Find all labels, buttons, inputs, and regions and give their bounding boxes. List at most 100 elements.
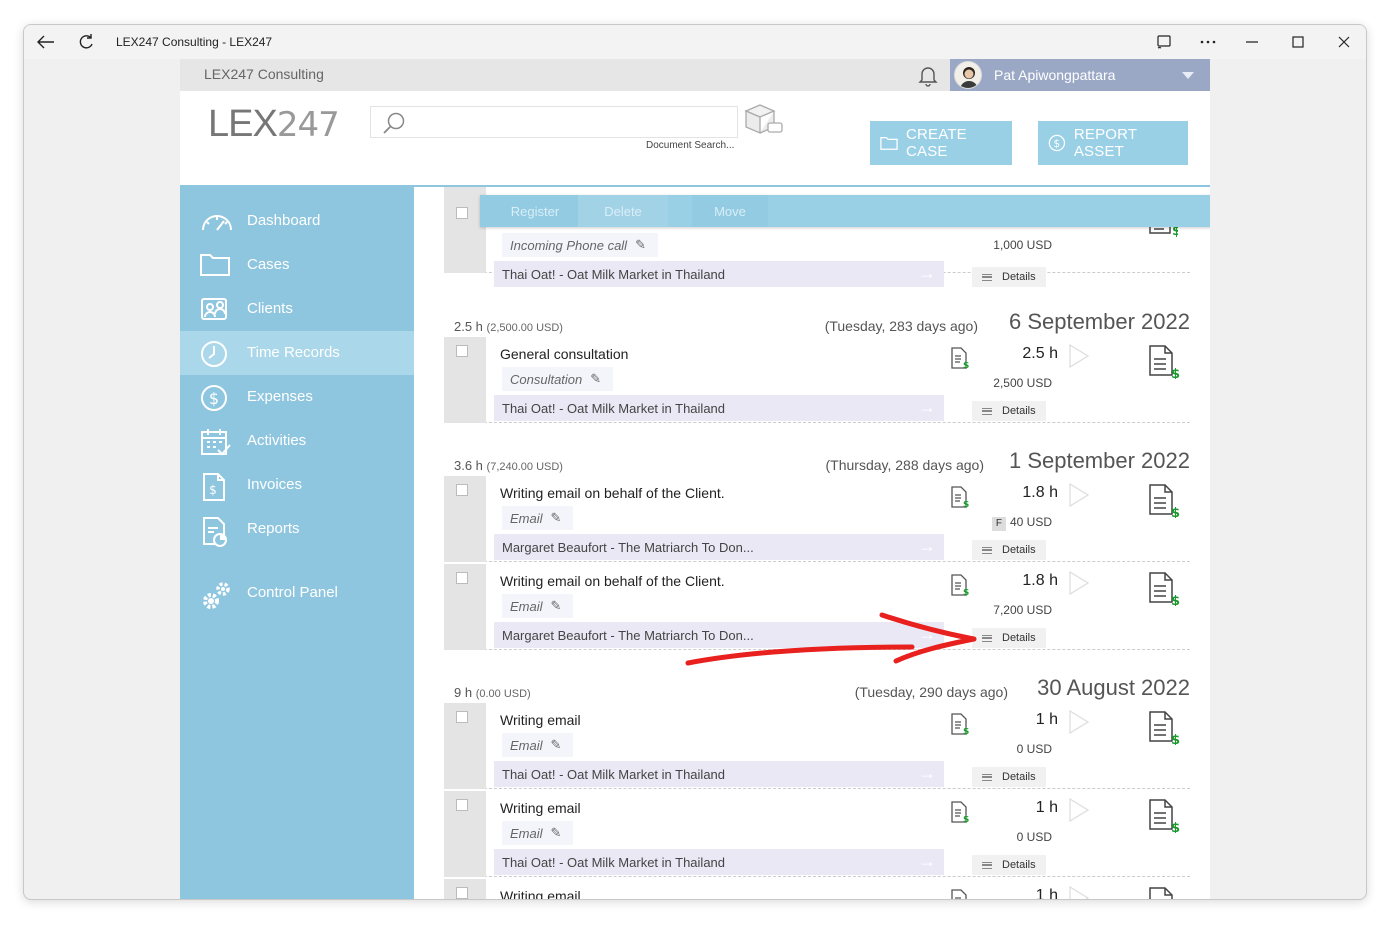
pencil-icon[interactable]: ✎ <box>551 825 562 841</box>
list-item[interactable]: Writing email on behalf of the Client. E… <box>444 476 1190 562</box>
folder-icon <box>200 252 230 278</box>
row-checkbox[interactable] <box>456 887 468 899</box>
chevron-down-icon[interactable] <box>1182 72 1194 79</box>
play-icon[interactable] <box>1068 885 1090 899</box>
play-icon[interactable] <box>1068 797 1090 828</box>
pencil-icon[interactable]: ✎ <box>635 237 646 253</box>
billing-document-icon[interactable]: $ <box>1148 799 1180 838</box>
details-button[interactable]: Details <box>972 628 1046 648</box>
category-tag[interactable]: Consultation ✎ <box>502 367 614 391</box>
row-checkbox[interactable] <box>456 799 468 811</box>
list-item[interactable]: Writing email $ 1 h $ <box>444 879 1190 900</box>
pencil-icon[interactable]: ✎ <box>551 737 562 753</box>
user-menu[interactable]: Pat Apiwongpattara <box>950 59 1210 91</box>
folder-icon <box>880 136 898 150</box>
maximize-icon[interactable] <box>1288 32 1308 52</box>
group-relative-date: (Tuesday, 290 days ago) <box>854 684 1008 700</box>
details-button[interactable]: Details <box>972 401 1046 421</box>
menu-icon <box>982 407 992 415</box>
sidebar-item-dashboard[interactable]: Dashboard <box>180 199 414 243</box>
category-tag[interactable]: Email ✎ <box>502 821 574 845</box>
billing-document-icon[interactable]: $ <box>1148 711 1180 750</box>
document-dollar-icon[interactable]: $ <box>950 801 970 828</box>
sidebar-item-time-records[interactable]: Time Records <box>180 331 414 375</box>
speedometer-icon <box>200 208 232 234</box>
delete-button[interactable]: Delete <box>578 195 668 227</box>
sidebar-item-clients[interactable]: Clients <box>180 287 414 331</box>
document-dollar-icon[interactable]: $ <box>950 486 970 513</box>
play-icon[interactable] <box>1068 570 1090 601</box>
entry-description: Writing email <box>500 712 581 728</box>
row-checkbox[interactable] <box>456 207 468 219</box>
billing-document-icon[interactable]: $ <box>1148 572 1180 611</box>
document-dollar-icon[interactable]: $ <box>950 347 970 374</box>
list-item[interactable]: Writing email Email ✎ Thai Oat! - Oat Mil… <box>444 703 1190 789</box>
sidebar-item-reports[interactable]: Reports <box>180 507 414 551</box>
time-records-list: Incoming Phone call ✎ Thai Oat! - Oat Mil… <box>414 187 1210 900</box>
search-input[interactable] <box>370 106 738 138</box>
sidebar-item-activities[interactable]: Activities <box>180 419 414 463</box>
refresh-icon[interactable] <box>76 32 96 52</box>
play-icon[interactable] <box>1068 482 1090 513</box>
group-date: 1 September 2022 <box>1008 448 1190 473</box>
amount: 7,200 USD <box>993 603 1052 617</box>
category-tag[interactable]: Email ✎ <box>502 733 574 757</box>
cast-icon[interactable] <box>1154 32 1174 52</box>
case-link[interactable]: Thai Oat! - Oat Milk Market in Thailand → <box>494 395 944 421</box>
row-checkbox[interactable] <box>456 572 468 584</box>
details-button[interactable]: Details <box>972 267 1046 287</box>
case-link[interactable]: Thai Oat! - Oat Milk Market in Thailand → <box>494 261 944 287</box>
pencil-icon[interactable]: ✎ <box>551 598 562 614</box>
sidebar-item-cases[interactable]: Cases <box>180 243 414 287</box>
play-icon[interactable] <box>1068 343 1090 374</box>
document-dollar-icon[interactable]: $ <box>950 713 970 740</box>
bell-icon[interactable] <box>916 63 940 87</box>
sidebar-item-control-panel[interactable]: Control Panel <box>180 571 414 615</box>
sidebar-item-label: Dashboard <box>247 212 321 229</box>
move-button[interactable]: Move <box>692 195 768 227</box>
case-link[interactable]: Thai Oat! - Oat Milk Market in Thailand → <box>494 849 944 875</box>
back-arrow-icon[interactable] <box>36 32 56 52</box>
row-checkbox[interactable] <box>456 711 468 723</box>
close-icon[interactable] <box>1334 32 1354 52</box>
entry-hours: 1 h <box>1035 887 1058 900</box>
create-case-button[interactable]: CREATE CASE <box>870 121 1012 165</box>
billing-document-icon[interactable]: $ <box>1148 345 1180 384</box>
app-window: LEX247 Consulting - LEX247 LEX247 Consul… <box>23 24 1367 900</box>
sidebar: Dashboard Cases Clients Time Records $ E… <box>180 187 414 899</box>
play-icon[interactable] <box>1068 709 1090 740</box>
billing-document-icon[interactable]: $ <box>1148 887 1180 899</box>
svg-text:$: $ <box>209 389 219 408</box>
arrow-right-icon: → <box>918 851 936 871</box>
sidebar-item-expenses[interactable]: $ Expenses <box>180 375 414 419</box>
billing-document-icon[interactable]: $ <box>1148 484 1180 523</box>
category-tag[interactable]: Email ✎ <box>502 506 574 530</box>
firm-name: LEX247 Consulting <box>204 66 324 82</box>
row-checkbox[interactable] <box>456 345 468 357</box>
minimize-icon[interactable] <box>1242 32 1262 52</box>
document-dollar-icon[interactable]: $ <box>950 889 970 899</box>
case-link[interactable]: Thai Oat! - Oat Milk Market in Thailand → <box>494 761 944 787</box>
document-box-icon[interactable] <box>742 103 786 144</box>
header: LEX247 Document Search... CREATE CASE $ … <box>180 91 1210 187</box>
document-dollar-icon[interactable]: $ <box>950 574 970 601</box>
details-button[interactable]: Details <box>972 540 1046 560</box>
details-button[interactable]: Details <box>972 855 1046 875</box>
report-asset-button[interactable]: $ REPORT ASSET <box>1038 121 1188 165</box>
category-tag[interactable]: Incoming Phone call ✎ <box>502 233 658 257</box>
more-icon[interactable] <box>1198 32 1218 52</box>
amount: 1,000 USD <box>993 238 1052 252</box>
svg-text:$: $ <box>1171 733 1180 745</box>
pencil-icon[interactable]: ✎ <box>551 510 562 526</box>
details-button[interactable]: Details <box>972 767 1046 787</box>
row-checkbox[interactable] <box>456 484 468 496</box>
register-button[interactable]: Register <box>480 195 590 227</box>
svg-text:$: $ <box>1053 137 1060 150</box>
list-item[interactable]: Writing email Email ✎ Thai Oat! - Oat Mil… <box>444 791 1190 877</box>
sidebar-item-invoices[interactable]: $ Invoices <box>180 463 414 507</box>
amount: 0 USD <box>1016 830 1052 844</box>
pencil-icon[interactable]: ✎ <box>590 371 601 387</box>
list-item[interactable]: General consultation Consultation ✎ Thai … <box>444 337 1190 423</box>
category-tag[interactable]: Email ✎ <box>502 594 574 618</box>
case-link[interactable]: Margaret Beaufort - The Matriarch To Don… <box>494 534 944 560</box>
